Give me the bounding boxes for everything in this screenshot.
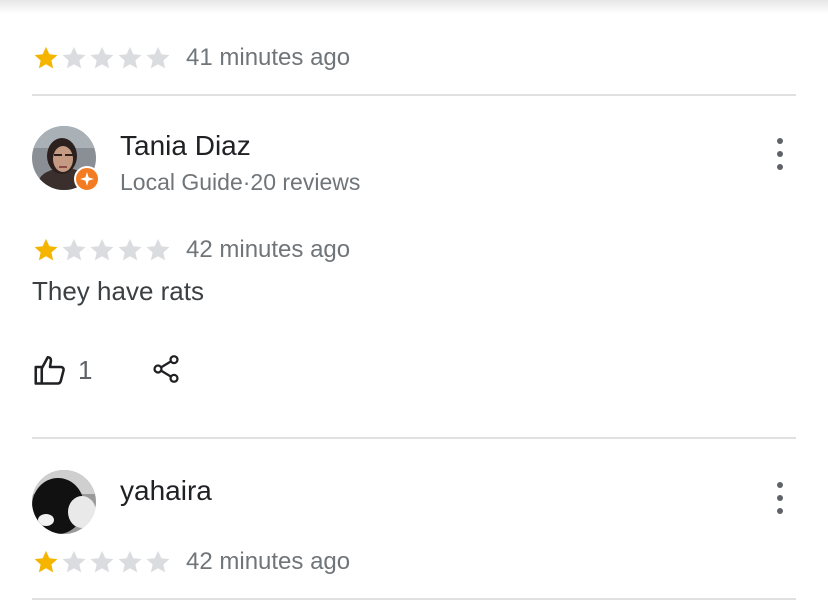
reviewer-name[interactable]: Tania Diaz: [120, 130, 251, 162]
thumbs-up-icon: [34, 355, 65, 385]
local-guide-badge-icon: [74, 166, 100, 192]
review-divider: [32, 598, 796, 600]
review-time: 42 minutes ago: [186, 548, 351, 575]
star-icon: [118, 550, 142, 573]
star-icon: [146, 550, 170, 573]
review-time: 42 minutes ago: [186, 236, 351, 263]
avatar-photo: [32, 470, 96, 534]
star-icon: [90, 238, 114, 261]
like-button[interactable]: 1: [32, 352, 92, 388]
star-icon: [118, 238, 142, 261]
review-divider: [32, 437, 796, 439]
review-text: They have rats: [32, 276, 204, 306]
star-icon: [62, 46, 86, 69]
share-button[interactable]: [150, 352, 182, 386]
more-options-icon[interactable]: [768, 138, 792, 170]
reviewer-name[interactable]: yahaira: [120, 475, 212, 507]
avatar[interactable]: [32, 126, 100, 192]
review-1-rating-row: 41 minutes ago: [32, 44, 350, 72]
star-icon: [34, 238, 58, 261]
star-icon: [62, 550, 86, 573]
like-count: 1: [78, 354, 93, 385]
star-rating: [32, 44, 172, 72]
reviewer-meta[interactable]: Local Guide·20 reviews: [120, 169, 360, 196]
star-rating: [32, 548, 172, 576]
star-icon: [90, 550, 114, 573]
star-icon: [34, 550, 58, 573]
star-icon: [146, 46, 170, 69]
star-icon: [62, 238, 86, 261]
review-3-rating-row: 42 minutes ago: [32, 548, 350, 576]
star-icon: [118, 46, 142, 69]
top-shadow: [0, 0, 828, 14]
avatar[interactable]: [32, 470, 96, 534]
share-icon: [153, 355, 179, 383]
star-icon: [90, 46, 114, 69]
star-rating: [32, 236, 172, 264]
review-2-rating-row: 42 minutes ago: [32, 236, 350, 264]
review-divider: [32, 94, 796, 96]
star-icon: [146, 238, 170, 261]
star-icon: [34, 46, 58, 69]
review-time: 41 minutes ago: [186, 44, 351, 71]
more-options-icon[interactable]: [768, 482, 792, 514]
